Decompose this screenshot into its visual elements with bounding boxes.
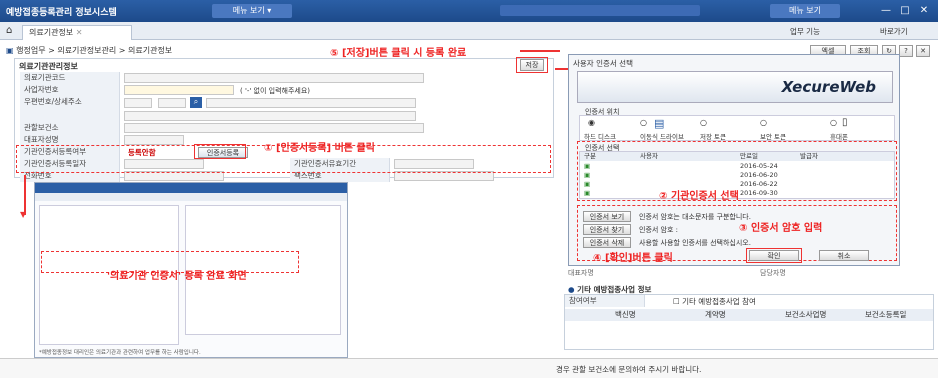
annotation-1: ① [인증서등록] 버튼 클릭 [264, 143, 375, 154]
folder-icon: ▣ [6, 46, 14, 55]
dialog-title: 사용자 인증서 선택 [573, 59, 633, 68]
location-hdd[interactable]: 하드 디스크 [584, 131, 616, 141]
location-token[interactable]: 저장 토큰 [700, 131, 726, 141]
zipcode-field-1[interactable] [124, 98, 152, 108]
app-title: 예방접종등록관리 정보시스템 [6, 8, 117, 18]
radio-token-icon[interactable]: ○ [700, 118, 707, 127]
xecureweb-logo: XecureWeb [781, 78, 876, 96]
label-health-center: 관할보건소 [20, 122, 120, 134]
label-address: 우편번호/상세주소 [20, 96, 120, 122]
arrow-down-icon: ▼ [20, 210, 27, 219]
side-label-1: 대표자명 [568, 269, 594, 277]
register-button-highlight [194, 144, 246, 159]
maximize-icon[interactable]: □ [897, 4, 913, 18]
detail-address-field[interactable] [124, 111, 416, 121]
bullet-icon: ● [568, 285, 575, 294]
xecure-banner: XecureWeb [577, 71, 893, 103]
radio-hsm-icon[interactable]: ○ [760, 118, 767, 127]
section-title: 의료기관관리정보 [19, 62, 78, 71]
location-phone[interactable]: 휴대폰 [830, 131, 848, 141]
right-tab-menu1[interactable]: 업무 기능 [790, 26, 820, 37]
mini-title-bar [35, 183, 347, 193]
completion-screenshot: '의료기관 인증서' 등록 완료 화면 *예방접종정보 대리인은 의료기관과 관… [34, 182, 348, 358]
location-hsm[interactable]: 보안 토큰 [760, 131, 786, 141]
title-bar: 예방접종등록관리 정보시스템 메뉴 보기 ▾ 메뉴 보기 — □ ✕ [0, 0, 938, 22]
password-case-note: 인증서 암호는 대소문자를 구분합니다. [639, 213, 751, 221]
mini-tab-bar [35, 193, 347, 201]
phone-icon: ▯ [842, 117, 848, 128]
save-highlight [516, 57, 548, 73]
zipcode-search-icon[interactable]: ⌕ [190, 97, 202, 108]
radio-usb-icon[interactable]: ○ [640, 118, 647, 127]
password-label: 인증서 암호 : [639, 226, 679, 234]
annotation-5: ⑤ [저장]버튼 클릭 시 등록 완료 [330, 48, 467, 59]
menu-view-dropdown[interactable]: 메뉴 보기 ▾ [212, 4, 292, 18]
other-program-section: 참여여부 ☐ 기타 예방접종사업 참여 백신명 계약명 보건소사업명 보건소등록… [564, 294, 934, 350]
tab-bar: ⌂ 의료기관정보 ✕ 업무 기능 바로가기 [0, 22, 938, 40]
cancel-button[interactable]: 취소 [819, 250, 869, 261]
footer-bar: 경우 관할 보건소에 문의하여 주시기 바랍니다. [0, 358, 938, 378]
view-cert-button[interactable]: 인증서 보기 [583, 211, 631, 222]
minimize-icon[interactable]: — [878, 4, 894, 18]
label-business-number: 사업자번호 [20, 84, 120, 96]
close-icon[interactable]: ✕ [916, 4, 932, 18]
arrow-line [520, 50, 560, 52]
tab-hospital-info[interactable]: 의료기관정보 ✕ [22, 25, 132, 40]
health-center-field [124, 123, 424, 133]
find-cert-button[interactable]: 인증서 찾기 [583, 224, 631, 235]
radio-hdd-icon[interactable]: ◉ [588, 118, 595, 127]
representative-field [124, 135, 184, 145]
delete-cert-button[interactable]: 인증서 삭제 [583, 237, 631, 248]
mini-caption: '의료기관 인증서' 등록 완료 화면 [107, 271, 247, 282]
label-participation: 참여여부 [565, 295, 645, 307]
cert-select-dialog: 사용자 인증서 선택 XecureWeb 인증서 위치 ◉ ○ ▤ ○ ○ ○ … [568, 54, 900, 266]
close-panel-icon[interactable]: ✕ [916, 45, 930, 57]
location-usb[interactable]: 이동식 드라이브 [640, 131, 684, 141]
help-icon[interactable]: ? [899, 45, 913, 57]
business-number-hint: ( '-' 없이 입력해주세요) [240, 87, 311, 95]
arrow-line [24, 175, 26, 215]
mini-bottom-note: *예방접종정보 대리인은 의료기관과 관련하여 업무를 하는 사람입니다. [39, 350, 201, 356]
address-bar [500, 5, 700, 16]
annotation-4: ④ [확인]버튼 클릭 [593, 253, 673, 264]
right-menu-dropdown[interactable]: 메뉴 보기 [770, 4, 840, 18]
cert-location-panel: ◉ ○ ▤ ○ ○ ○ ▯ 하드 디스크 이동식 드라이브 저장 토큰 보안 토… [579, 115, 895, 141]
footer-note: 경우 관할 보건소에 문의하여 주시기 바랍니다. [556, 365, 702, 374]
radio-phone-icon[interactable]: ○ [830, 118, 837, 127]
address-field[interactable] [206, 98, 416, 108]
other-table-header: 백신명 계약명 보건소사업명 보건소등록일 [565, 309, 933, 321]
label-hospital-code: 의료기관코드 [20, 72, 120, 84]
hospital-code-field [124, 73, 424, 83]
zipcode-field-2[interactable] [158, 98, 186, 108]
side-label-2: 담당자명 [760, 269, 786, 277]
right-tab-menu2[interactable]: 바로가기 [880, 26, 908, 37]
ok-button-highlight [746, 248, 802, 263]
annotation-2: ② 기관인증서 선택 [659, 191, 739, 202]
business-number-input[interactable] [124, 85, 234, 95]
drive-icon: ▤ [654, 117, 665, 130]
breadcrumb: ▣ 행정업무 > 의료기관정보관리 > 의료기관정보 [6, 46, 173, 55]
participation-checkbox[interactable]: ☐ 기타 예방접종사업 참여 [673, 296, 756, 307]
home-icon[interactable]: ⌂ [6, 25, 12, 36]
select-cert-note: 사용할 사용할 인증서를 선택하십시오. [639, 239, 751, 247]
annotation-3: ③ 인증서 암호 입력 [739, 223, 823, 234]
